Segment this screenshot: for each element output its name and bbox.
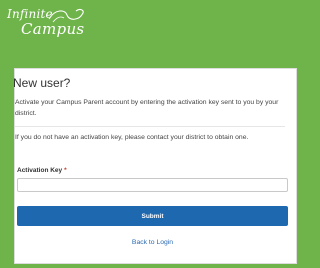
logo-line-1: Infinite: [7, 7, 53, 21]
activation-key-input[interactable]: [17, 178, 288, 192]
logo-line-2: Campus: [21, 20, 85, 38]
activation-instructions: Activate your Campus Parent account by e…: [15, 99, 279, 117]
no-key-instructions: If you do not have an activation key, pl…: [15, 134, 249, 141]
activation-key-label: Activation Key *: [17, 167, 67, 175]
required-marker: *: [64, 167, 67, 174]
card-title: New user?: [13, 76, 71, 90]
activation-key-label-text: Activation Key: [17, 167, 63, 174]
submit-button[interactable]: Submit: [17, 206, 288, 226]
infinite-campus-logo: Infinite Campus: [7, 7, 107, 51]
section-divider: [15, 126, 285, 127]
back-to-login-link[interactable]: Back to Login: [17, 238, 288, 247]
